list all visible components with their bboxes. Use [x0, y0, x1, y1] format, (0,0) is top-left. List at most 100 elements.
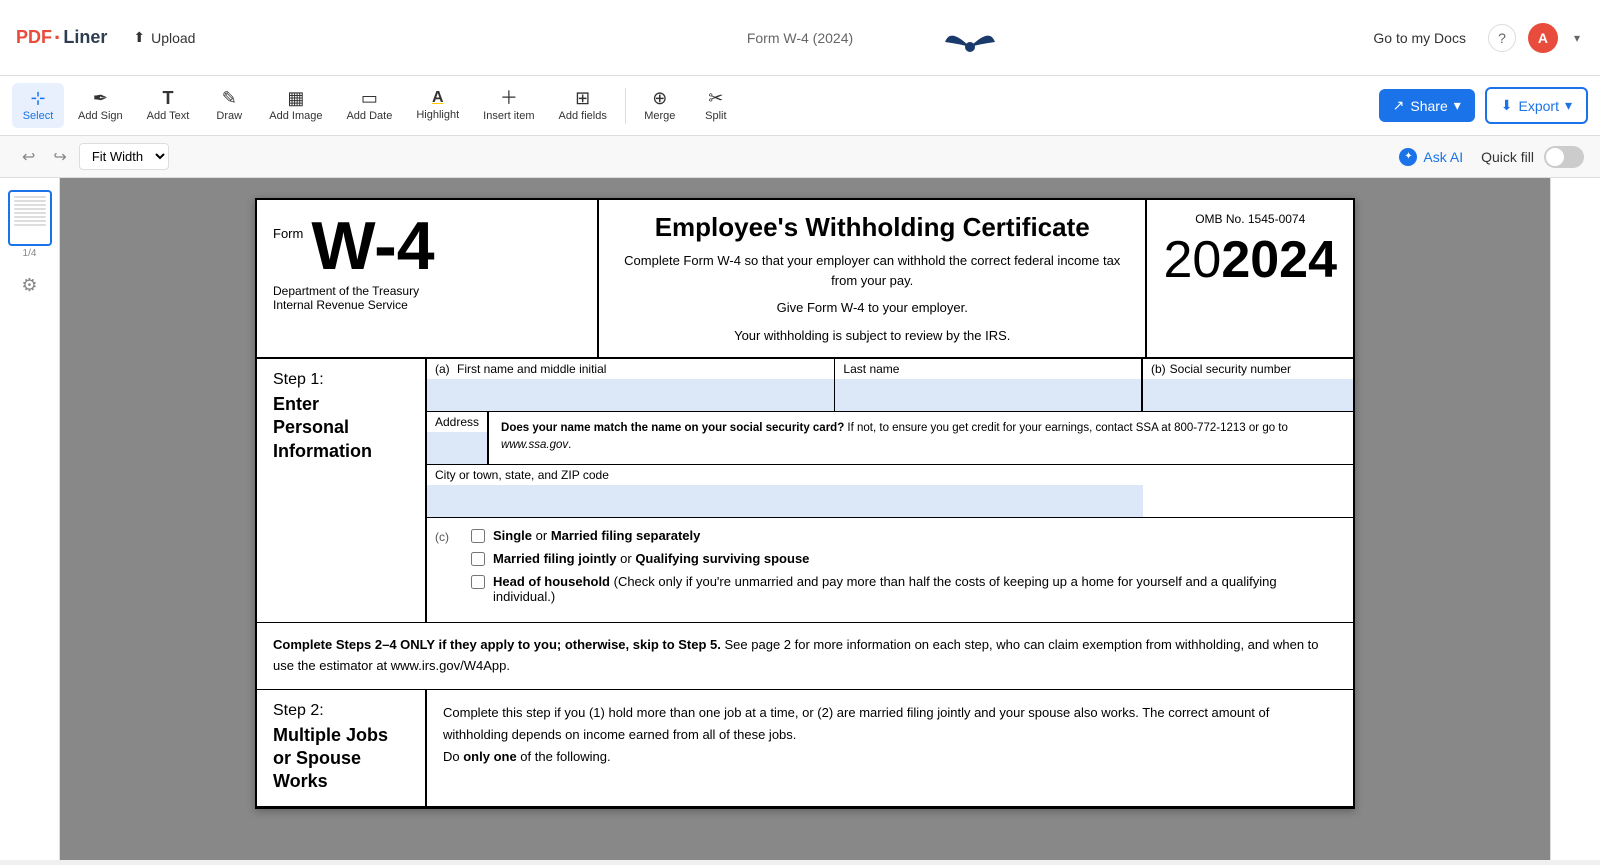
form-header: Form W-4 Department of the Treasury Inte… [255, 198, 1355, 359]
last-name-input[interactable] [835, 379, 1141, 411]
insert-item-button[interactable]: ＋ Insert item [473, 83, 544, 128]
address-field: Address [427, 412, 489, 464]
form-body: Step 1: EnterPersonalInformation (a) Fir… [255, 359, 1355, 809]
name-row: (a) First name and middle initial Last n… [427, 359, 1353, 412]
step1-label: Step 1: EnterPersonalInformation [257, 359, 427, 622]
step2-text2: Do only one of the following. [443, 746, 1337, 768]
page-thumbnail[interactable] [8, 190, 52, 246]
main-header: PDF · Liner ⬆ Upload Form W-4 (2024) Go … [0, 0, 1600, 76]
undo-button[interactable]: ↩ [16, 143, 41, 171]
married-joint-label: Married filing jointly or Qualifying sur… [493, 551, 809, 566]
step1-number: Step 1: [273, 371, 409, 389]
highlight-icon: A [432, 90, 444, 106]
ssn-label-container: (b) Social security number [1143, 359, 1353, 379]
add-fields-button[interactable]: ⊞ Add fields [549, 83, 617, 128]
filing-status-row: (c) Single or Married filing separately … [427, 518, 1353, 622]
thumb-page-content [12, 194, 48, 242]
fit-width-select[interactable]: Fit Width 50% 75% 100% 125% 150% [79, 143, 169, 170]
step1-row: Step 1: EnterPersonalInformation (a) Fir… [257, 359, 1353, 623]
city-input[interactable] [427, 485, 1143, 517]
married-joint-checkbox[interactable] [471, 552, 485, 566]
upload-icon: ⬆ [133, 29, 145, 46]
form-subtitle: Form [273, 212, 303, 241]
city-label: City or town, state, and ZIP code [427, 465, 1353, 485]
logo-dot: · [54, 25, 61, 51]
form-header-center: Employee's Withholding Certificate Compl… [597, 200, 1147, 357]
go-to-docs-button[interactable]: Go to my Docs [1363, 24, 1476, 52]
draw-icon: ✎ [222, 89, 237, 107]
tools-toolbar: ⊹ Select ✒ Add Sign T Add Text ✎ Draw ▦ … [0, 76, 1600, 136]
merge-button[interactable]: ⊕ Merge [634, 83, 686, 128]
logo: PDF · Liner [16, 25, 107, 51]
settings-sidebar-button[interactable]: ⚙ [12, 267, 48, 303]
omb-number: OMB No. 1545-0074 [1163, 212, 1337, 226]
split-button[interactable]: ✂ Split [690, 83, 742, 128]
form-subtitle-line2: Give Form W-4 to your employer. [615, 298, 1129, 318]
step2-text: Complete this step if you (1) hold more … [443, 702, 1337, 746]
step2-number: Step 2: [273, 702, 409, 720]
share-chevron-icon: ▾ [1454, 97, 1461, 114]
single-checkbox[interactable] [471, 529, 485, 543]
quick-fill-toggle[interactable] [1544, 146, 1584, 168]
step2-row: Step 2: Multiple Jobsor SpouseWorks Comp… [257, 690, 1353, 807]
share-icon: ↗ [1393, 97, 1405, 114]
toolbar-separator [625, 88, 626, 124]
quick-fill-label: Quick fill [1481, 149, 1534, 165]
pdf-page: Form W-4 Department of the Treasury Inte… [255, 198, 1355, 809]
upload-button[interactable]: ⬆ Upload [123, 23, 205, 52]
export-icon: ⬇ [1501, 97, 1513, 114]
select-icon: ⊹ [30, 89, 45, 107]
address-label: Address [427, 412, 487, 432]
address-input[interactable] [427, 432, 487, 464]
add-image-button[interactable]: ▦ Add Image [259, 83, 332, 128]
last-name-field: Last name [835, 359, 1143, 411]
left-sidebar: 1/4 ⚙ [0, 178, 60, 860]
dept-label: Department of the Treasury [273, 284, 581, 298]
pdf-viewer[interactable]: Form W-4 Department of the Treasury Inte… [60, 178, 1550, 860]
draw-button[interactable]: ✎ Draw [203, 83, 255, 128]
avatar-button[interactable]: A [1528, 23, 1558, 53]
ask-ai-button[interactable]: ✦ Ask AI [1391, 144, 1471, 170]
step2-label: Step 2: Multiple Jobsor SpouseWorks [257, 690, 427, 806]
add-sign-icon: ✒ [93, 89, 108, 107]
add-fields-icon: ⊞ [575, 89, 590, 107]
select-tool-button[interactable]: ⊹ Select [12, 83, 64, 128]
add-date-icon: ▭ [361, 89, 378, 107]
first-name-field: (a) First name and middle initial [427, 359, 835, 411]
settings-icon: ⚙ [21, 275, 37, 296]
share-button[interactable]: ↗ Share ▾ [1379, 89, 1475, 122]
form-year: 202024 [1163, 234, 1337, 286]
add-image-icon: ▦ [287, 89, 304, 107]
ssn-field: (b) Social security number [1143, 359, 1353, 411]
account-menu-chevron[interactable]: ▾ [1570, 27, 1584, 49]
add-sign-button[interactable]: ✒ Add Sign [68, 83, 133, 128]
field-c-label: (c) [435, 528, 463, 544]
highlight-button[interactable]: A Highlight [406, 84, 469, 127]
irs-label: Internal Revenue Service [273, 298, 581, 312]
help-button[interactable]: ? [1488, 24, 1516, 52]
head-of-household-option: Head of household (Check only if you're … [471, 574, 1337, 604]
main-area: 1/4 ⚙ Form W-4 Department of the Treasur… [0, 178, 1600, 860]
single-option: Single or Married filing separately [471, 528, 1337, 543]
ssn-label: Social security number [1170, 362, 1291, 376]
single-label: Single or Married filing separately [493, 528, 700, 543]
step1-content: (a) First name and middle initial Last n… [427, 359, 1353, 622]
add-date-button[interactable]: ▭ Add Date [336, 83, 402, 128]
form-w4-number: W-4 [311, 212, 434, 280]
form-header-right: OMB No. 1545-0074 202024 [1147, 200, 1353, 357]
form-full-title: Employee's Withholding Certificate [615, 212, 1129, 243]
form-header-left: Form W-4 Department of the Treasury Inte… [257, 200, 597, 357]
head-of-household-checkbox[interactable] [471, 575, 485, 589]
right-sidebar [1550, 178, 1600, 860]
ssn-input[interactable] [1143, 379, 1353, 411]
last-name-label: Last name [835, 359, 1141, 379]
add-text-button[interactable]: T Add Text [137, 83, 200, 128]
redo-button[interactable]: ↪ [47, 143, 72, 171]
ask-ai-icon: ✦ [1399, 148, 1417, 166]
form-label-area: Form W-4 [273, 212, 581, 280]
first-name-label: First name and middle initial [457, 362, 606, 376]
first-name-input[interactable] [427, 379, 834, 411]
step1-title: EnterPersonalInformation [273, 393, 409, 463]
head-of-household-label: Head of household (Check only if you're … [493, 574, 1337, 604]
export-button[interactable]: ⬇ Export ▾ [1485, 87, 1588, 124]
